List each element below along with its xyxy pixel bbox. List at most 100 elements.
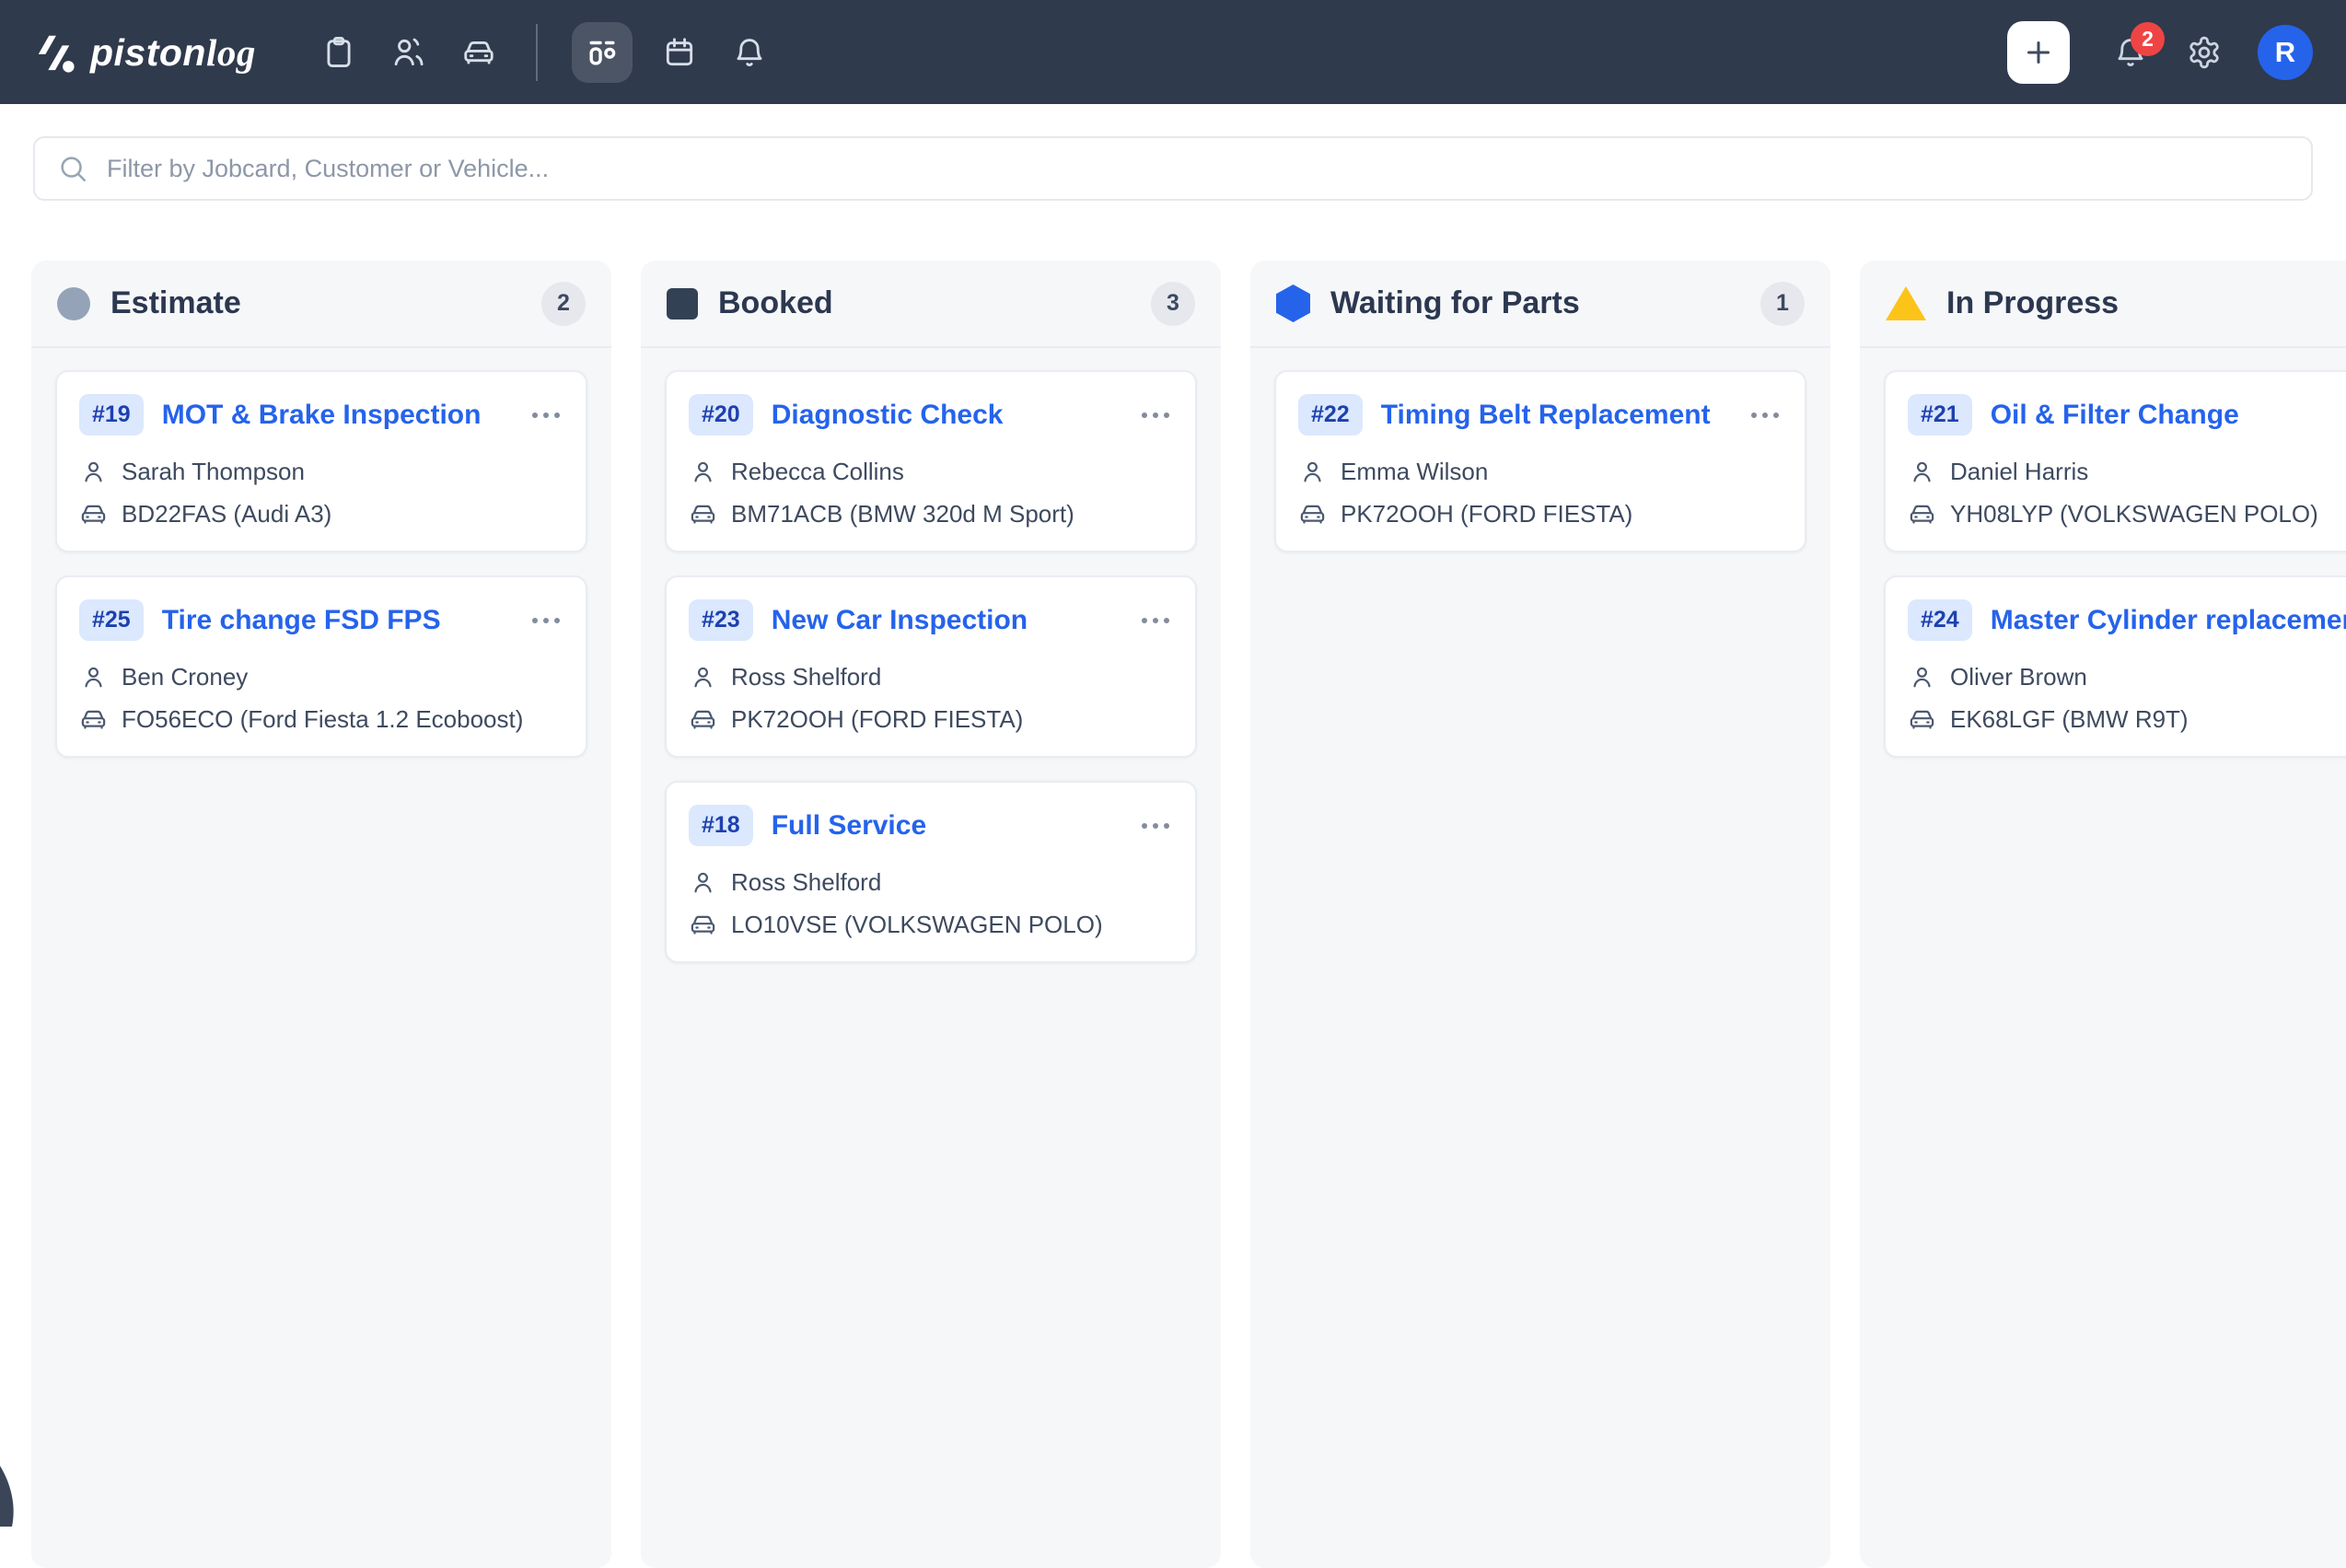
- jobcard-menu-button[interactable]: [1138, 814, 1173, 838]
- jobcard-title-link[interactable]: MOT & Brake Inspection: [162, 400, 510, 431]
- jobcard-header: #20 Diagnostic Check: [689, 394, 1173, 436]
- brand-name: pistonlog: [90, 30, 256, 75]
- column-title: Booked: [718, 285, 1131, 321]
- customer-name: Sarah Thompson: [122, 458, 305, 486]
- circle-icon: [57, 287, 90, 320]
- column-card-list: #22 Timing Belt Replacement Emma Wilson: [1250, 348, 1830, 575]
- column-card-list: #21 Oil & Filter Change Daniel Harris: [1860, 348, 2346, 780]
- jobcard-menu-button[interactable]: [1748, 403, 1783, 427]
- person-icon: [79, 663, 108, 691]
- jobcard[interactable]: #25 Tire change FSD FPS Ben Croney: [55, 575, 587, 758]
- column-header: Waiting for Parts 1: [1250, 261, 1830, 348]
- jobcard[interactable]: #21 Oil & Filter Change Daniel Harris: [1884, 370, 2346, 552]
- jobcard-menu-button[interactable]: [528, 403, 563, 427]
- person-icon: [689, 868, 717, 897]
- ellipsis-dot: [1142, 823, 1147, 829]
- jobcards-nav-button[interactable]: [316, 29, 362, 75]
- jobcard-title-link[interactable]: Diagnostic Check: [772, 400, 1120, 431]
- jobcard-meta: Ben Croney FO56ECO (Ford Fiesta 1.2 Ecob…: [79, 663, 563, 734]
- notifications-button[interactable]: 2: [2108, 29, 2154, 75]
- ellipsis-dot: [1153, 823, 1158, 829]
- ellipsis-dot: [1142, 412, 1147, 418]
- calendar-view-button[interactable]: [656, 29, 703, 75]
- jobcard-header: #21 Oil & Filter Change: [1908, 394, 2346, 436]
- search-icon: [57, 153, 88, 184]
- vehicle-row: LO10VSE (VOLKSWAGEN POLO): [689, 911, 1173, 939]
- customer-row: Oliver Brown: [1908, 663, 2346, 691]
- jobcard-id-badge: #22: [1298, 394, 1363, 436]
- filter-bar: [33, 136, 2313, 201]
- kanban-column: Estimate 2 #19 MOT & Brake Inspection Sa…: [31, 261, 611, 1568]
- kanban-board-icon: [583, 33, 621, 72]
- customer-name: Daniel Harris: [1950, 458, 2088, 486]
- plus-icon: [2022, 36, 2055, 69]
- customer-row: Rebecca Collins: [689, 458, 1173, 486]
- reminders-nav-button[interactable]: [726, 29, 772, 75]
- ellipsis-dot: [1142, 618, 1147, 623]
- navbar-divider: [536, 24, 538, 81]
- kanban-view-button[interactable]: [572, 22, 633, 83]
- jobcard[interactable]: #22 Timing Belt Replacement Emma Wilson: [1274, 370, 1806, 552]
- settings-button[interactable]: [2181, 29, 2227, 75]
- ellipsis-dot: [1153, 412, 1158, 418]
- jobcard-title-link[interactable]: Master Cylinder replacement: [1991, 605, 2339, 636]
- vehicles-nav-button[interactable]: [456, 29, 502, 75]
- person-icon: [1298, 458, 1327, 486]
- jobcard-header: #24 Master Cylinder replacement: [1908, 599, 2346, 641]
- customer-row: Emma Wilson: [1298, 458, 1783, 486]
- vehicle-name: PK72OOH (FORD FIESTA): [731, 705, 1023, 734]
- vehicle-name: FO56ECO (Ford Fiesta 1.2 Ecoboost): [122, 705, 523, 734]
- jobcard[interactable]: #24 Master Cylinder replacement Oliver B…: [1884, 575, 2346, 758]
- vehicle-name: EK68LGF (BMW R9T): [1950, 705, 2189, 734]
- vehicle-name: LO10VSE (VOLKSWAGEN POLO): [731, 911, 1103, 939]
- customers-nav-button[interactable]: [386, 29, 432, 75]
- jobcard-title-link[interactable]: Full Service: [772, 810, 1120, 842]
- car-icon: [1908, 705, 1936, 734]
- jobcard-title-link[interactable]: Oil & Filter Change: [1991, 400, 2339, 431]
- ellipsis-dot: [532, 412, 538, 418]
- jobcard[interactable]: #19 MOT & Brake Inspection Sarah Thompso…: [55, 370, 587, 552]
- jobcard-id-badge: #21: [1908, 394, 1972, 436]
- column-card-list: #19 MOT & Brake Inspection Sarah Thompso…: [31, 348, 611, 780]
- column-card-list: #20 Diagnostic Check Rebecca Collins: [641, 348, 1221, 985]
- filter-input[interactable]: [105, 154, 2289, 184]
- vehicle-row: PK72OOH (FORD FIESTA): [1298, 500, 1783, 528]
- vehicle-row: FO56ECO (Ford Fiesta 1.2 Ecoboost): [79, 705, 563, 734]
- car-icon: [689, 911, 717, 939]
- person-icon: [1908, 458, 1936, 486]
- gear-icon: [2187, 35, 2222, 70]
- avatar[interactable]: R: [2258, 25, 2313, 80]
- navbar: pistonlog: [0, 0, 2346, 104]
- brand[interactable]: pistonlog: [33, 30, 256, 75]
- jobcard-title-link[interactable]: New Car Inspection: [772, 605, 1120, 636]
- jobcard[interactable]: #18 Full Service Ross Shelford: [665, 781, 1197, 963]
- ellipsis-dot: [532, 618, 538, 623]
- jobcard-menu-button[interactable]: [1138, 609, 1173, 633]
- customer-row: Ross Shelford: [689, 663, 1173, 691]
- person-icon: [79, 458, 108, 486]
- jobcard-meta: Oliver Brown EK68LGF (BMW R9T): [1908, 663, 2346, 734]
- car-icon: [79, 705, 108, 734]
- jobcard-meta: Rebecca Collins BM71ACB (BMW 320d M Spor…: [689, 458, 1173, 528]
- ellipsis-dot: [543, 618, 549, 623]
- jobcard-header: #18 Full Service: [689, 805, 1173, 846]
- column-title: In Progress: [1946, 285, 2346, 321]
- ellipsis-dot: [554, 412, 560, 418]
- jobcard-menu-button[interactable]: [1138, 403, 1173, 427]
- car-icon: [1298, 500, 1327, 528]
- ellipsis-dot: [1751, 412, 1757, 418]
- car-icon: [1908, 500, 1936, 528]
- jobcard-menu-button[interactable]: [528, 609, 563, 633]
- jobcard-header: #25 Tire change FSD FPS: [79, 599, 563, 641]
- brand-name-light: log: [206, 31, 256, 74]
- calendar-icon: [662, 35, 697, 70]
- add-jobcard-button[interactable]: [2007, 21, 2070, 84]
- jobcard[interactable]: #20 Diagnostic Check Rebecca Collins: [665, 370, 1197, 552]
- jobcard-title-link[interactable]: Timing Belt Replacement: [1381, 400, 1729, 431]
- customer-row: Sarah Thompson: [79, 458, 563, 486]
- jobcard-title-link[interactable]: Tire change FSD FPS: [162, 605, 510, 636]
- vehicle-row: YH08LYP (VOLKSWAGEN POLO): [1908, 500, 2346, 528]
- notification-count-badge: 2: [2131, 22, 2165, 56]
- jobcard[interactable]: #23 New Car Inspection Ross Shelford: [665, 575, 1197, 758]
- pistonlog-logo-icon: [33, 31, 75, 74]
